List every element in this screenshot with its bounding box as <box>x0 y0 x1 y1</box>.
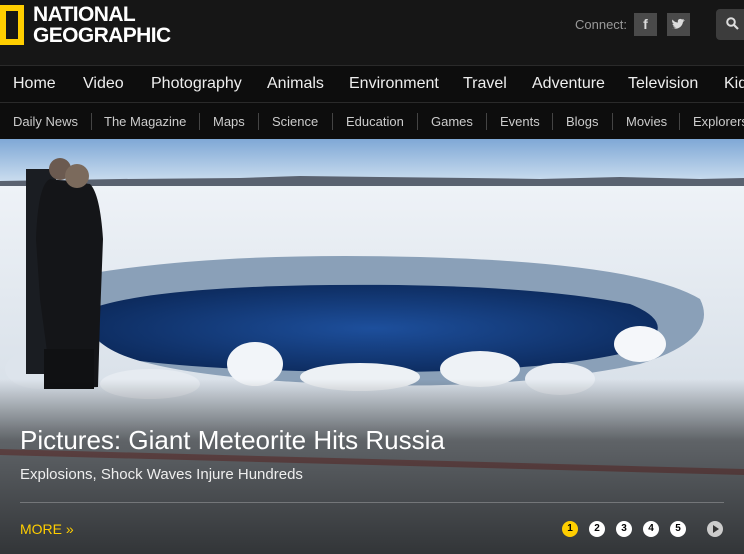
subnav-daily-news[interactable]: Daily News <box>13 114 78 129</box>
subnav-blogs[interactable]: Blogs <box>566 114 599 129</box>
divider <box>486 113 487 130</box>
top-bar: NATIONAL GEOGRAPHIC Connect: f <box>0 0 744 65</box>
secondary-navigation: Daily News The Magazine Maps Science Edu… <box>0 103 744 139</box>
nav-kids[interactable]: Kids <box>724 75 744 93</box>
facebook-icon[interactable]: f <box>634 13 657 36</box>
slide-dot-3[interactable]: 3 <box>616 521 632 537</box>
divider <box>199 113 200 130</box>
search-icon <box>726 17 739 30</box>
nav-photography[interactable]: Photography <box>151 75 242 93</box>
logo-line-1: NATIONAL <box>33 3 136 26</box>
twitter-icon[interactable] <box>667 13 690 36</box>
hero-headline[interactable]: Pictures: Giant Meteorite Hits Russia <box>20 425 445 456</box>
search-button[interactable] <box>716 9 744 40</box>
nav-travel[interactable]: Travel <box>463 75 507 93</box>
subnav-maps[interactable]: Maps <box>213 114 245 129</box>
hero-slideshow[interactable]: Pictures: Giant Meteorite Hits Russia Ex… <box>0 139 744 554</box>
slide-dot-1[interactable]: 1 <box>562 521 578 537</box>
divider <box>612 113 613 130</box>
nav-environment[interactable]: Environment <box>349 75 439 93</box>
divider <box>552 113 553 130</box>
subnav-games[interactable]: Games <box>431 114 473 129</box>
slide-dot-5[interactable]: 5 <box>670 521 686 537</box>
subnav-explorers[interactable]: Explorers <box>693 114 744 129</box>
divider <box>417 113 418 130</box>
play-next-icon <box>713 525 719 533</box>
main-navigation: Home Video Photography Animals Environme… <box>0 65 744 103</box>
divider <box>679 113 680 130</box>
divider <box>332 113 333 130</box>
subnav-the-magazine[interactable]: The Magazine <box>104 114 186 129</box>
nav-television[interactable]: Television <box>628 75 698 93</box>
divider <box>258 113 259 130</box>
slide-dot-2[interactable]: 2 <box>589 521 605 537</box>
caption-divider <box>20 502 724 503</box>
subnav-science[interactable]: Science <box>272 114 318 129</box>
slide-dot-4[interactable]: 4 <box>643 521 659 537</box>
yellow-border-icon <box>0 5 24 45</box>
national-geographic-logo[interactable]: NATIONAL GEOGRAPHIC <box>0 4 171 46</box>
nav-video[interactable]: Video <box>83 75 124 93</box>
subnav-education[interactable]: Education <box>346 114 404 129</box>
next-slide-button[interactable] <box>707 521 723 537</box>
nav-animals[interactable]: Animals <box>267 75 324 93</box>
divider <box>91 113 92 130</box>
connect-label: Connect: <box>575 17 628 32</box>
hero-subhead: Explosions, Shock Waves Injure Hundreds <box>20 466 303 483</box>
nav-adventure[interactable]: Adventure <box>532 75 605 93</box>
nav-home[interactable]: Home <box>13 75 56 93</box>
subnav-movies[interactable]: Movies <box>626 114 667 129</box>
logo-line-2: GEOGRAPHIC <box>33 24 171 47</box>
subnav-events[interactable]: Events <box>500 114 540 129</box>
more-link[interactable]: MORE » <box>20 521 74 537</box>
